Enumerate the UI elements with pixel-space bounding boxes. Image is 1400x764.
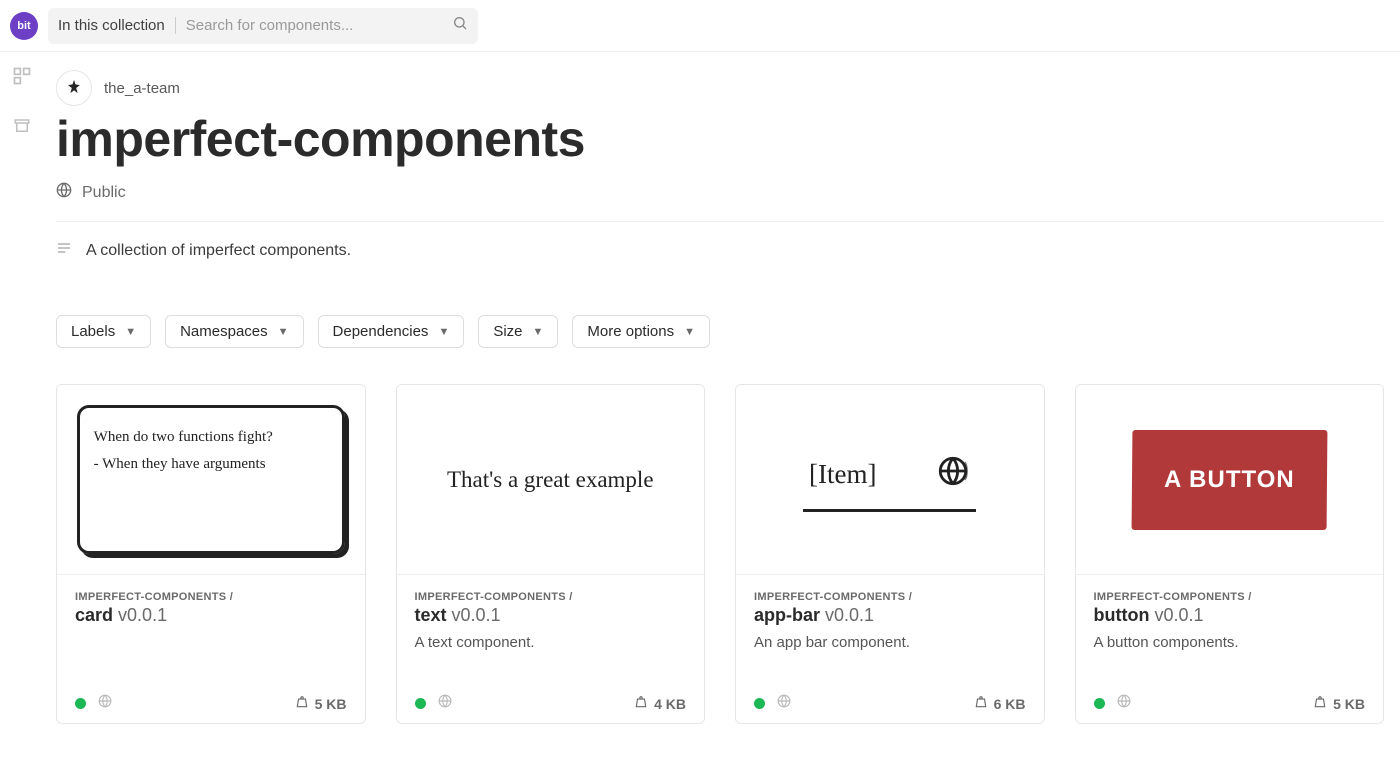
description-icon (56, 240, 72, 261)
status-dot-icon (1094, 698, 1105, 709)
globe-icon (936, 454, 970, 495)
preview-button-shape: A BUTTON (1131, 430, 1327, 530)
globe-icon (777, 694, 791, 713)
component-preview: That's a great example (397, 385, 705, 575)
globe-icon (98, 694, 112, 713)
component-card[interactable]: When do two functions fight? - When they… (56, 384, 366, 724)
archive-icon[interactable] (13, 117, 31, 140)
preview-text-shape: That's a great example (447, 467, 654, 493)
component-name: card (75, 605, 113, 625)
search-input[interactable] (176, 17, 452, 34)
weight-icon (634, 695, 648, 712)
grid-icon[interactable] (12, 66, 32, 91)
filter-size[interactable]: Size ▼ (478, 315, 558, 348)
component-version: v0.0.1 (452, 605, 501, 625)
filter-label: Size (493, 323, 522, 340)
bit-logo[interactable]: bit (10, 12, 38, 40)
status-dot-icon (75, 698, 86, 709)
filter-namespaces[interactable]: Namespaces ▼ (165, 315, 303, 348)
main-content: the_a-team imperfect-components Public A… (44, 52, 1400, 764)
component-description: An app bar component. (754, 634, 1026, 651)
visibility-label: Public (82, 184, 126, 202)
component-preview: [Item] (736, 385, 1044, 575)
component-size: 4 KB (654, 696, 686, 712)
filter-more-options[interactable]: More options ▼ (572, 315, 710, 348)
component-grid: When do two functions fight? - When they… (56, 384, 1384, 724)
visibility-row: Public (56, 182, 1384, 221)
component-size: 5 KB (1333, 696, 1365, 712)
top-bar: bit In this collection (0, 0, 1400, 52)
left-rail (0, 52, 44, 764)
owner-name[interactable]: the_a-team (104, 80, 180, 97)
component-name: text (415, 605, 447, 625)
chevron-down-icon: ▼ (125, 326, 136, 338)
component-preview: When do two functions fight? - When they… (57, 385, 365, 575)
component-size: 5 KB (315, 696, 347, 712)
component-path: IMPERFECT-COMPONENTS / (1094, 591, 1366, 603)
preview-card-shape: When do two functions fight? - When they… (77, 405, 345, 554)
chevron-down-icon: ▼ (684, 326, 695, 338)
collection-description: A collection of imperfect components. (86, 242, 351, 260)
component-version: v0.0.1 (118, 605, 167, 625)
component-name: button (1094, 605, 1150, 625)
search-icon[interactable] (452, 15, 468, 36)
status-dot-icon (754, 698, 765, 709)
component-card[interactable]: [Item] IMPERFECT-COMPONENTS / app-bar v0… (735, 384, 1045, 724)
component-description: A button components. (1094, 634, 1366, 651)
chevron-down-icon: ▼ (533, 326, 544, 338)
filter-bar: Labels ▼ Namespaces ▼ Dependencies ▼ Siz… (56, 315, 1384, 348)
globe-icon (56, 182, 72, 203)
weight-icon (295, 695, 309, 712)
description-row: A collection of imperfect components. (56, 240, 1384, 261)
divider (56, 221, 1384, 222)
component-size: 6 KB (994, 696, 1026, 712)
filter-label: Dependencies (333, 323, 429, 340)
globe-icon (438, 694, 452, 713)
filter-dependencies[interactable]: Dependencies ▼ (318, 315, 465, 348)
filter-label: Namespaces (180, 323, 268, 340)
weight-icon (974, 695, 988, 712)
component-description: A text component. (415, 634, 687, 651)
component-path: IMPERFECT-COMPONENTS / (415, 591, 687, 603)
filter-label: More options (587, 323, 674, 340)
preview-appbar-label: [Item] (809, 459, 876, 490)
chevron-down-icon: ▼ (278, 326, 289, 338)
search-scope: In this collection (58, 17, 176, 34)
component-card[interactable]: A BUTTON IMPERFECT-COMPONENTS / button v… (1075, 384, 1385, 724)
filter-labels[interactable]: Labels ▼ (56, 315, 151, 348)
preview-text-line: When do two functions fight? (94, 424, 328, 451)
search-box[interactable]: In this collection (48, 8, 478, 44)
collection-title: imperfect-components (56, 110, 1384, 168)
component-path: IMPERFECT-COMPONENTS / (754, 591, 1026, 603)
component-preview: A BUTTON (1076, 385, 1384, 575)
owner-row: the_a-team (56, 70, 1384, 106)
preview-appbar-shape: [Item] (803, 448, 976, 512)
component-card[interactable]: That's a great example IMPERFECT-COMPONE… (396, 384, 706, 724)
component-name: app-bar (754, 605, 820, 625)
weight-icon (1313, 695, 1327, 712)
status-dot-icon (415, 698, 426, 709)
preview-text-line: - When they have arguments (94, 451, 328, 478)
globe-icon (1117, 694, 1131, 713)
filter-label: Labels (71, 323, 115, 340)
component-path: IMPERFECT-COMPONENTS / (75, 591, 347, 603)
component-version: v0.0.1 (1154, 605, 1203, 625)
component-version: v0.0.1 (825, 605, 874, 625)
chevron-down-icon: ▼ (438, 326, 449, 338)
owner-avatar[interactable] (56, 70, 92, 106)
